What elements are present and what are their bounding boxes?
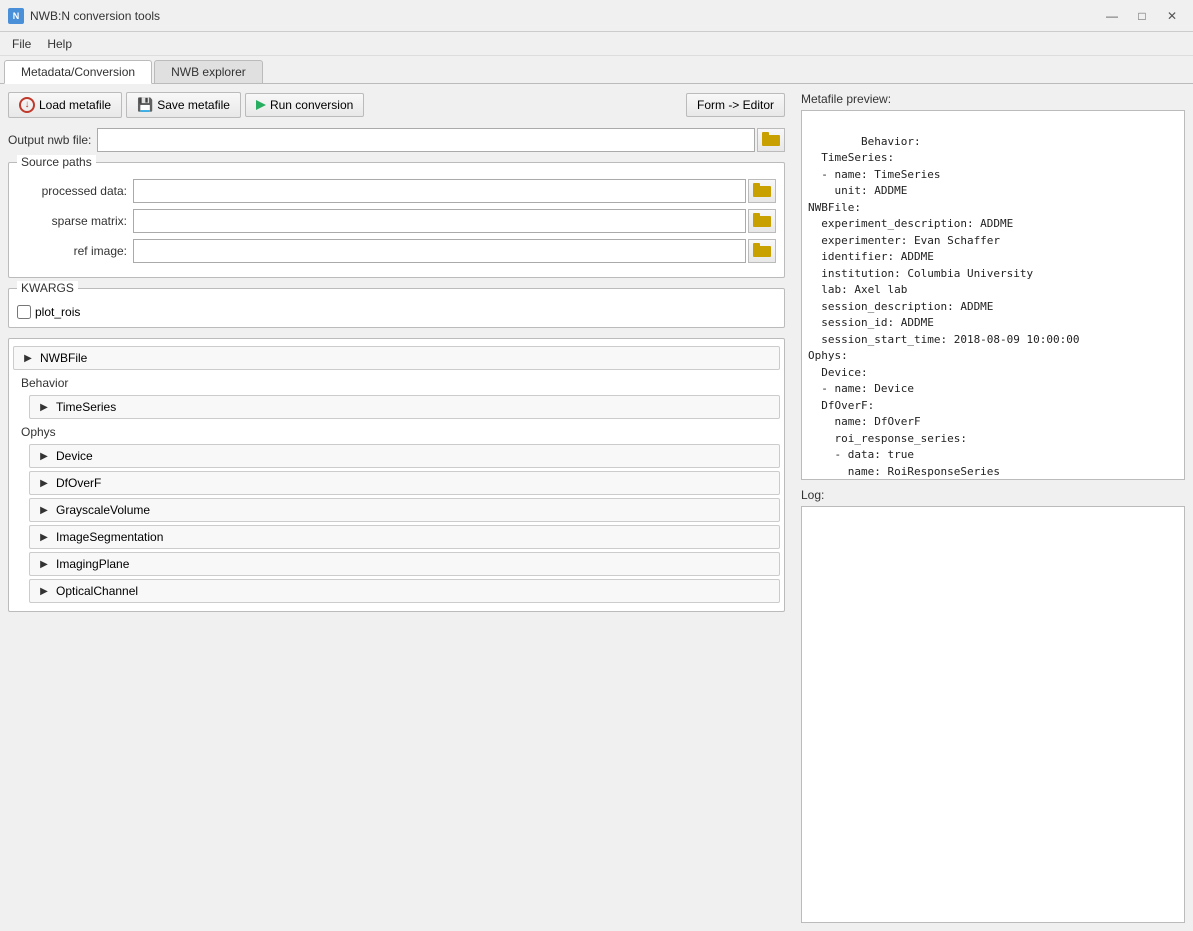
tree-item-device-label: Device (56, 449, 93, 463)
sparse-matrix-row: sparse matrix: (17, 209, 776, 233)
output-folder-button[interactable] (757, 128, 785, 152)
tab-metadata[interactable]: Metadata/Conversion (4, 60, 152, 84)
ref-image-folder-button[interactable] (748, 239, 776, 263)
maximize-button[interactable]: □ (1129, 6, 1155, 26)
ref-image-row: ref image: (17, 239, 776, 263)
tree-item-timeseries[interactable]: ▶ TimeSeries (29, 395, 780, 419)
source-paths-label: Source paths (17, 155, 96, 169)
output-row: Output nwb file: (8, 128, 785, 152)
right-panel: Metafile preview: Behavior: TimeSeries: … (793, 84, 1193, 931)
tree-arrow-device: ▶ (38, 450, 50, 462)
tree-item-timeseries-label: TimeSeries (56, 400, 116, 414)
log-section: Log: (801, 488, 1185, 923)
sparse-matrix-folder-button[interactable] (748, 209, 776, 233)
metafile-preview-section: Metafile preview: Behavior: TimeSeries: … (801, 92, 1185, 480)
tree-item-device[interactable]: ▶ Device (29, 444, 780, 468)
tree-arrow-timeseries: ▶ (38, 401, 50, 413)
tree-area: ▶ NWBFile Behavior ▶ TimeSeries Ophys (8, 338, 785, 612)
tree-arrow-imagingplane: ▶ (38, 558, 50, 570)
sparse-matrix-label: sparse matrix: (17, 214, 127, 228)
folder-icon (762, 132, 780, 149)
tree-group-behavior: Behavior ▶ TimeSeries (13, 374, 780, 419)
metafile-preview-label: Metafile preview: (801, 92, 1185, 106)
plot-rois-checkbox[interactable] (17, 305, 31, 319)
title-bar-controls: — □ ✕ (1099, 6, 1185, 26)
tree-item-opticalchannel-label: OpticalChannel (56, 584, 138, 598)
tree-arrow-imageseg: ▶ (38, 531, 50, 543)
save-metafile-label: Save metafile (157, 98, 230, 112)
main-container: ↓ Load metafile 💾 Save metafile Run conv… (0, 84, 1193, 931)
kwargs-label: KWARGS (17, 281, 78, 295)
processed-data-label: processed data: (17, 184, 127, 198)
menu-file[interactable]: File (4, 35, 39, 53)
ophys-children: ▶ Device ▶ DfOverF ▶ GrayscaleVolume ▶ I… (13, 444, 780, 603)
log-box[interactable] (801, 506, 1185, 923)
ophys-group-label: Ophys (13, 423, 780, 441)
source-paths-group: Source paths processed data: (8, 162, 785, 278)
tree-arrow-dfoverf: ▶ (38, 477, 50, 489)
processed-data-row: processed data: (17, 179, 776, 203)
tree-item-grayscalevolume[interactable]: ▶ GrayscaleVolume (29, 498, 780, 522)
kwargs-group: KWARGS plot_rois (8, 288, 785, 328)
save-icon: 💾 (137, 97, 153, 113)
menu-help[interactable]: Help (39, 35, 80, 53)
title-bar: N NWB:N conversion tools — □ ✕ (0, 0, 1193, 32)
tree-item-imagingplane[interactable]: ▶ ImagingPlane (29, 552, 780, 576)
tree-item-grayscalevolume-label: GrayscaleVolume (56, 503, 150, 517)
tab-bar: Metadata/Conversion NWB explorer (0, 56, 1193, 84)
menu-bar: File Help (0, 32, 1193, 56)
metafile-preview-content: Behavior: TimeSeries: - name: TimeSeries… (808, 135, 1080, 481)
output-nwb-input[interactable] (97, 128, 755, 152)
left-panel: ↓ Load metafile 💾 Save metafile Run conv… (0, 84, 793, 931)
ref-image-label: ref image: (17, 244, 127, 258)
processed-data-input[interactable] (133, 179, 746, 203)
close-button[interactable]: ✕ (1159, 6, 1185, 26)
run-icon (256, 100, 266, 110)
sparse-matrix-input[interactable] (133, 209, 746, 233)
toolbar: ↓ Load metafile 💾 Save metafile Run conv… (8, 92, 785, 118)
processed-data-folder-button[interactable] (748, 179, 776, 203)
behavior-children: ▶ TimeSeries (13, 395, 780, 419)
ref-image-input[interactable] (133, 239, 746, 263)
load-metafile-button[interactable]: ↓ Load metafile (8, 92, 122, 118)
output-label: Output nwb file: (8, 133, 91, 147)
folder-icon-processed (753, 183, 771, 200)
metafile-preview-box[interactable]: Behavior: TimeSeries: - name: TimeSeries… (801, 110, 1185, 480)
load-metafile-label: Load metafile (39, 98, 111, 112)
tree-arrow-opticalchannel: ▶ (38, 585, 50, 597)
window-title: NWB:N conversion tools (30, 9, 1099, 23)
run-conversion-label: Run conversion (270, 98, 353, 112)
minimize-button[interactable]: — (1099, 6, 1125, 26)
tree-item-dfoverf[interactable]: ▶ DfOverF (29, 471, 780, 495)
app-icon: N (8, 8, 24, 24)
run-conversion-button[interactable]: Run conversion (245, 93, 364, 117)
log-label: Log: (801, 488, 1185, 502)
save-metafile-button[interactable]: 💾 Save metafile (126, 92, 241, 118)
plot-rois-row: plot_rois (17, 305, 776, 319)
tree-item-imagesegmentation[interactable]: ▶ ImageSegmentation (29, 525, 780, 549)
tree-item-imagingplane-label: ImagingPlane (56, 557, 129, 571)
tree-item-dfoverf-label: DfOverF (56, 476, 101, 490)
folder-icon-ref (753, 243, 771, 260)
tree-group-ophys: Ophys ▶ Device ▶ DfOverF ▶ GrayscaleVolu… (13, 423, 780, 603)
load-icon: ↓ (19, 97, 35, 113)
tab-nwb-explorer[interactable]: NWB explorer (154, 60, 263, 83)
tree-arrow-nwbfile: ▶ (22, 352, 34, 364)
tree-item-opticalchannel[interactable]: ▶ OpticalChannel (29, 579, 780, 603)
plot-rois-label: plot_rois (35, 305, 80, 319)
folder-icon-sparse (753, 213, 771, 230)
form-editor-button[interactable]: Form -> Editor (686, 93, 785, 117)
tree-item-nwbfile-label: NWBFile (40, 351, 87, 365)
tree-arrow-grayscale: ▶ (38, 504, 50, 516)
tree-item-imagesegmentation-label: ImageSegmentation (56, 530, 163, 544)
tree-item-nwbfile[interactable]: ▶ NWBFile (13, 346, 780, 370)
behavior-group-label: Behavior (13, 374, 780, 392)
